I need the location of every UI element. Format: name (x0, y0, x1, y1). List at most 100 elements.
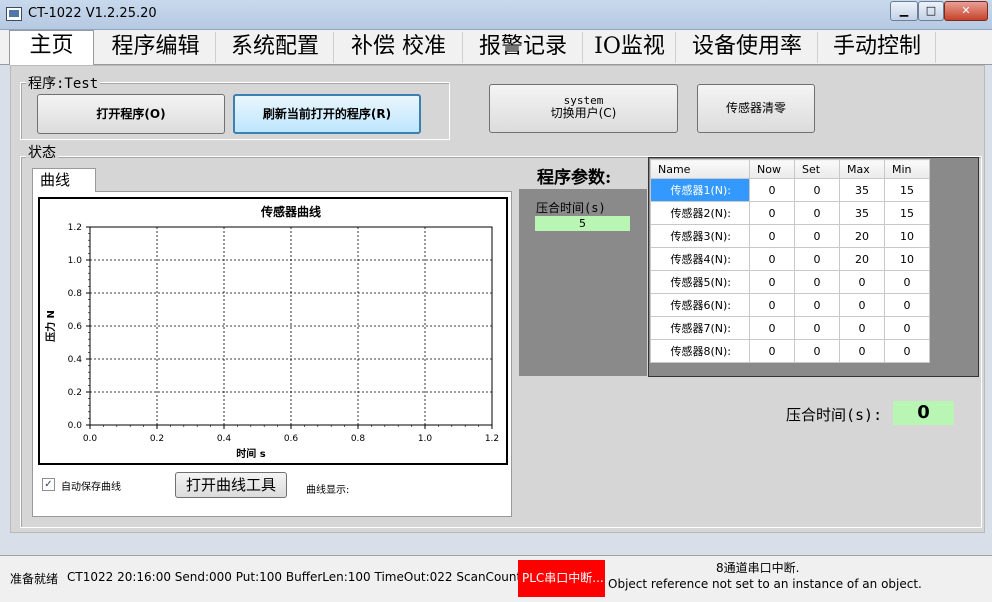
sensor-cell-min: 0 (884, 339, 930, 363)
sensor-cell-min: 15 (884, 178, 930, 202)
sensor-cell-min: 0 (884, 316, 930, 340)
y-tick-label: 1.0 (68, 256, 83, 266)
col-min-header[interactable]: Min (884, 159, 930, 179)
open-curve-tool-button[interactable]: 打开曲线工具 (175, 472, 287, 498)
sensor-cell-now: 0 (749, 270, 795, 294)
program-legend: 程序:Test (26, 73, 101, 93)
tab-alarm-log[interactable]: 报警记录 (464, 32, 583, 63)
table-row[interactable]: 传感器4(N): 0 0 20 10 (650, 247, 930, 271)
sensor-cell-name: 传感器5(N): (650, 270, 750, 294)
main-tabs: 主页 程序编辑 系统配置 补偿 校准 报警记录 IO监视 设备使用率 手动控制 (0, 30, 992, 65)
sensor-cell-now: 0 (749, 178, 795, 202)
x-tick-label: 1.2 (485, 434, 499, 444)
table-row[interactable]: 传感器2(N): 0 0 35 15 (650, 201, 930, 225)
sensor-cell-min: 10 (884, 224, 930, 248)
sensor-cell-set: 0 (794, 224, 840, 248)
app-icon (6, 7, 22, 21)
sensor-table-header: Name Now Set Max Min (650, 159, 930, 179)
auto-save-label: 自动保存曲线 (61, 482, 121, 493)
sensor-cell-min: 10 (884, 247, 930, 271)
y-tick-label: 0.0 (68, 421, 83, 431)
minimize-button[interactable]: ▁ (890, 1, 918, 21)
sensor-chart: 传感器曲线 0.0 0.2 0.4 0.6 0.8 1.0 1.2 0.0 0.2 0.4 0.6 0.… (38, 197, 508, 465)
sensor-cell-set: 0 (794, 316, 840, 340)
y-axis-label: 压力 N (44, 310, 57, 342)
sensor-cell-max: 0 (839, 339, 885, 363)
sensor-cell-set: 0 (794, 293, 840, 317)
switch-user-label: 切换用户(C) (550, 106, 617, 120)
sensor-zero-button[interactable]: 传感器清零 (697, 84, 815, 133)
press-time-value: 0 (893, 401, 954, 425)
tab-system-config[interactable]: 系统配置 (217, 32, 334, 63)
sensor-cell-now: 0 (749, 339, 795, 363)
tab-program-edit[interactable]: 程序编辑 (96, 32, 216, 63)
y-tick-label: 1.2 (68, 223, 82, 233)
tab-equipment-usage[interactable]: 设备使用率 (677, 32, 818, 63)
sensor-cell-min: 0 (884, 293, 930, 317)
tab-manual-control[interactable]: 手动控制 (819, 32, 936, 63)
table-row[interactable]: 传感器7(N): 0 0 0 0 (650, 316, 930, 340)
press-time-param-value: 5 (535, 216, 630, 231)
col-name-header[interactable]: Name (650, 159, 750, 179)
refresh-program-button[interactable]: 刷新当前打开的程序(R) (233, 94, 421, 134)
press-time-label: 压合时间(s): (786, 406, 883, 424)
status-ready: 准备就绪 (10, 572, 59, 586)
sensor-cell-now: 0 (749, 316, 795, 340)
sensor-cell-name: 传感器6(N): (650, 293, 750, 317)
close-button[interactable]: ✕ (944, 1, 988, 21)
sensor-cell-max: 0 (839, 293, 885, 317)
params-title: 程序参数: (537, 168, 612, 188)
sensor-cell-set: 0 (794, 178, 840, 202)
chart-title: 传感器曲线 (260, 204, 321, 219)
maximize-button[interactable]: □ (918, 1, 944, 21)
sensor-cell-max: 0 (839, 316, 885, 340)
auto-save-checkbox[interactable]: ✓ (42, 478, 55, 491)
col-max-header[interactable]: Max (839, 159, 885, 179)
sensor-cell-max: 0 (839, 270, 885, 294)
y-tick-label: 0.8 (68, 289, 83, 299)
curve-display-label: 曲线显示: (306, 485, 350, 496)
status-bar: 准备就绪 CT1022 20:16:00 Send:000 Put:100 Bu… (0, 555, 992, 602)
sensor-cell-now: 0 (749, 224, 795, 248)
sensor-cell-now: 0 (749, 293, 795, 317)
sensor-cell-max: 20 (839, 247, 885, 271)
col-set-header[interactable]: Set (794, 159, 840, 179)
table-row[interactable]: 传感器3(N): 0 0 20 10 (650, 224, 930, 248)
x-tick-label: 0.2 (150, 434, 164, 444)
sensor-cell-name: 传感器2(N): (650, 201, 750, 225)
status-legend: 状态 (26, 142, 58, 162)
tab-curve[interactable]: 曲线 (32, 168, 96, 192)
channel-error-message: 8通道串口中断. (716, 561, 800, 575)
switch-user-button[interactable]: system 切换用户(C) (489, 84, 678, 133)
sensor-cell-min: 0 (884, 270, 930, 294)
x-tick-label: 0.0 (83, 434, 98, 444)
table-row[interactable]: 传感器5(N): 0 0 0 0 (650, 270, 930, 294)
sensor-cell-set: 0 (794, 201, 840, 225)
table-row[interactable]: 传感器6(N): 0 0 0 0 (650, 293, 930, 317)
sensor-cell-max: 35 (839, 201, 885, 225)
col-now-header[interactable]: Now (749, 159, 795, 179)
sensor-cell-name: 传感器1(N): (650, 178, 750, 202)
table-row[interactable]: 传感器8(N): 0 0 0 0 (650, 339, 930, 363)
table-row[interactable]: 传感器1(N): 0 0 35 15 (650, 178, 930, 202)
sensor-cell-name: 传感器8(N): (650, 339, 750, 363)
tab-home[interactable]: 主页 (9, 30, 94, 65)
sensor-cell-min: 15 (884, 201, 930, 225)
sensor-cell-now: 0 (749, 201, 795, 225)
y-tick-label: 0.2 (68, 388, 82, 398)
chart-canvas: 传感器曲线 0.0 0.2 0.4 0.6 0.8 1.0 1.2 0.0 0.2 0.4 0.6 0.… (44, 204, 499, 460)
sensor-cell-now: 0 (749, 247, 795, 271)
sensor-cell-max: 35 (839, 178, 885, 202)
title-bar: CT-1022 V1.2.25.20 ▁ □ ✕ (0, 0, 992, 30)
sensor-cell-name: 传感器3(N): (650, 224, 750, 248)
sensor-cell-set: 0 (794, 247, 840, 271)
open-program-button[interactable]: 打开程序(O) (37, 94, 225, 134)
press-time-param-label: 压合时间(s) (536, 201, 606, 215)
x-tick-label: 0.8 (351, 434, 366, 444)
tab-compensation-calibration[interactable]: 补偿 校准 (335, 32, 463, 63)
x-axis-label: 时间 s (236, 447, 265, 460)
x-tick-label: 0.4 (217, 434, 232, 444)
exception-message: Object reference not set to an instance … (608, 577, 922, 591)
tab-io-monitor[interactable]: IO监视 (584, 32, 676, 63)
plc-status-badge: PLC串口中断... (518, 560, 605, 597)
